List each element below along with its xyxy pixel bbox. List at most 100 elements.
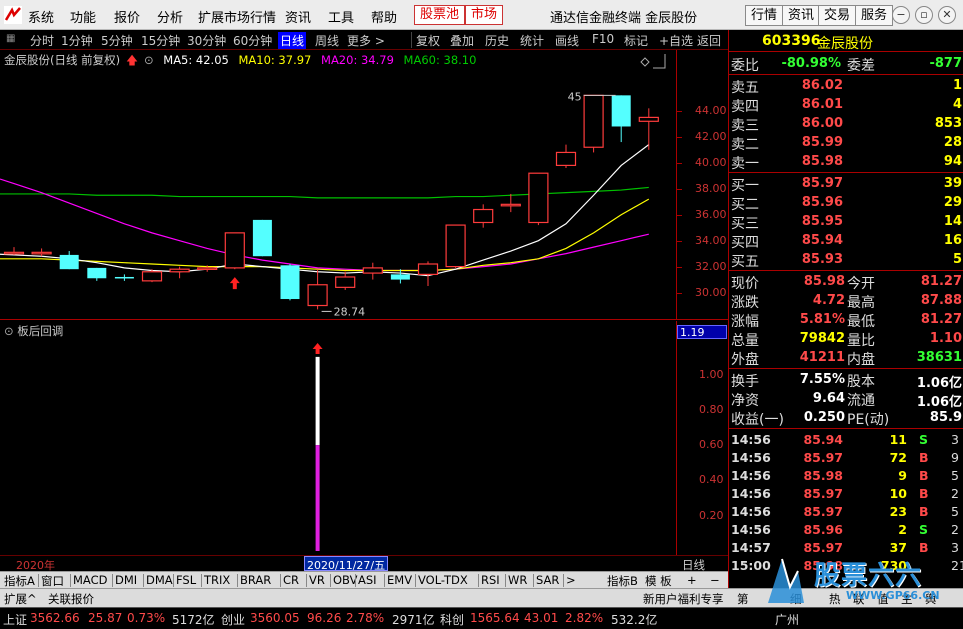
bid-row[interactable]: 买二 85.96 29	[729, 193, 963, 213]
indicator-panel[interactable]: ⊙ 板后回调 1.00 0.80 0.60 0.40 0.20 1.19	[0, 321, 728, 555]
candle-down[interactable]	[87, 267, 107, 279]
candle-up[interactable]	[3, 251, 25, 255]
period-minute-chart[interactable]: 分时	[30, 32, 54, 49]
candle-up[interactable]	[555, 151, 577, 167]
restore-icon[interactable]: ▫	[915, 6, 933, 24]
grid-icon[interactable]: ▦	[6, 33, 15, 44]
period-15min[interactable]: 15分钟	[141, 32, 180, 49]
tick-row[interactable]: 14:56 85.98 9 B 5	[729, 467, 963, 485]
minimize-icon[interactable]: −	[892, 6, 910, 24]
indicator-tab-2[interactable]: MACD	[73, 573, 107, 587]
indicator-tab-17[interactable]: >	[566, 573, 576, 587]
indicator-right-tab-1[interactable]: 模 板	[645, 573, 672, 589]
menu-item-quote[interactable]: 报价	[114, 7, 140, 26]
cy-label[interactable]: 创业	[221, 611, 245, 628]
kline-chart-panel[interactable]: 金辰股份(日线 前复权) 🡅 ⊙ MA5: 42.05 MA10: 37.97 MA…	[0, 50, 728, 320]
menu-item-news[interactable]: 资讯	[285, 7, 311, 26]
history-button[interactable]: 历史	[485, 32, 509, 49]
menu-item-tools[interactable]: 工具	[328, 7, 354, 26]
candle-down[interactable]	[252, 219, 272, 257]
market-button[interactable]: 市场	[465, 5, 504, 25]
indicator-tab-3[interactable]: DMI	[115, 573, 137, 587]
candle-up[interactable]	[362, 267, 383, 274]
indicator-svg[interactable]	[0, 321, 676, 555]
draw-button[interactable]: 画线	[555, 32, 579, 49]
candle-up[interactable]	[500, 203, 521, 207]
indicator-tab-1[interactable]: 窗口	[41, 573, 64, 589]
tick-row[interactable]: 14:56 85.97 72 B 9	[729, 449, 963, 467]
candle-down[interactable]	[390, 274, 410, 280]
tick-row[interactable]: 14:56 85.96 2 S 2	[729, 521, 963, 539]
indicator-tab-5[interactable]: FSL	[176, 573, 196, 587]
indicator-tab-4[interactable]: DMA	[146, 573, 173, 587]
indicator-right-tab-2[interactable]: +	[687, 573, 697, 587]
candle-up[interactable]	[197, 267, 218, 270]
candle-down[interactable]	[280, 265, 300, 300]
indicator-tab-15[interactable]: WR	[508, 573, 527, 587]
adjust-button[interactable]: 复权	[416, 32, 440, 49]
indicator-tab-9[interactable]: VR	[309, 573, 325, 587]
tick-row[interactable]: 14:56 85.97 23 B 5	[729, 503, 963, 521]
period-60min[interactable]: 60分钟	[233, 32, 272, 49]
period-5min[interactable]: 5分钟	[101, 32, 133, 49]
period-weekly[interactable]: 周线	[315, 32, 339, 49]
indicator-right-tab-0[interactable]: 指标B	[607, 573, 638, 589]
toolbar-news-button[interactable]: 资讯	[782, 5, 821, 26]
mark-button[interactable]: 标记	[624, 32, 648, 49]
candle-up[interactable]	[224, 232, 245, 269]
period-more[interactable]: 更多 >	[347, 32, 385, 49]
period-1min[interactable]: 1分钟	[61, 32, 93, 49]
menu-item-function[interactable]: 功能	[70, 7, 96, 26]
ask-row[interactable]: 卖二 85.99 28	[729, 133, 963, 153]
sh-label[interactable]: 上证	[3, 611, 27, 628]
kc-label[interactable]: 科创	[440, 611, 464, 628]
toolbar-trade-button[interactable]: 交易	[818, 5, 857, 26]
tick-row[interactable]: 14:56 85.94 11 S 3	[729, 431, 963, 449]
indicator-tab-10[interactable]: OBV	[333, 573, 357, 587]
indicator-tab-6[interactable]: TRIX	[204, 573, 230, 587]
candle-up[interactable]	[31, 251, 52, 255]
period-daily[interactable]: 日线	[278, 32, 307, 49]
candle-up[interactable]	[583, 94, 604, 148]
toolbar-quote-button[interactable]: 行情	[745, 5, 784, 26]
candle-up[interactable]	[638, 116, 659, 122]
candle-up[interactable]	[141, 271, 163, 282]
indicator-tab-7[interactable]: BRAR	[240, 573, 271, 587]
tick-row[interactable]: 14:56 85.97 10 B 2	[729, 485, 963, 503]
bid-row[interactable]: 买三 85.95 14	[729, 212, 963, 232]
bid-row[interactable]: 买一 85.97 39	[729, 174, 963, 194]
indicator-tab-8[interactable]: CR	[283, 573, 299, 587]
expand-tab[interactable]: 扩展^	[4, 591, 37, 607]
bid-row[interactable]: 买四 85.94 16	[729, 231, 963, 251]
ask-row[interactable]: 卖五 86.02 1	[729, 76, 963, 96]
candle-up[interactable]	[307, 284, 328, 307]
overlay-button[interactable]: 叠加	[450, 32, 474, 49]
add-watchlist-button[interactable]: +自选	[659, 32, 693, 49]
stats-button[interactable]: 统计	[520, 32, 544, 49]
candle-down[interactable]	[611, 95, 631, 127]
candle-up[interactable]	[528, 172, 549, 224]
candle-up[interactable]	[473, 208, 494, 224]
related-quote-tab[interactable]: 关联报价	[48, 591, 94, 607]
kline-svg[interactable]: 28.74 45	[0, 50, 676, 320]
candle-down[interactable]	[114, 276, 134, 279]
menu-item-ext-market[interactable]: 扩展市场行情	[198, 7, 276, 26]
f10-button[interactable]: F10	[592, 32, 614, 46]
menu-item-system[interactable]: 系统	[28, 7, 54, 26]
indicator-tab-0[interactable]: 指标A	[4, 573, 35, 589]
menu-item-help[interactable]: 帮助	[371, 7, 397, 26]
indicator-tab-16[interactable]: SAR	[536, 573, 559, 587]
close-icon[interactable]: ✕	[938, 6, 956, 24]
ask-row[interactable]: 卖四 86.01 4	[729, 95, 963, 115]
candle-down[interactable]	[59, 254, 79, 270]
candle-up[interactable]	[169, 268, 190, 273]
candle-up[interactable]	[335, 276, 356, 288]
indicator-tab-11[interactable]: ASI	[358, 573, 377, 587]
menu-item-analysis[interactable]: 分析	[157, 7, 183, 26]
candle-up[interactable]	[417, 263, 439, 275]
indicator-tab-13[interactable]: VOL-TDX	[418, 573, 468, 587]
indicator-tab-12[interactable]: EMV	[387, 573, 412, 587]
back-button[interactable]: 返回	[697, 32, 721, 49]
tab-di[interactable]: 第	[737, 591, 749, 607]
indicator-right-tab-3[interactable]: −	[710, 573, 720, 587]
